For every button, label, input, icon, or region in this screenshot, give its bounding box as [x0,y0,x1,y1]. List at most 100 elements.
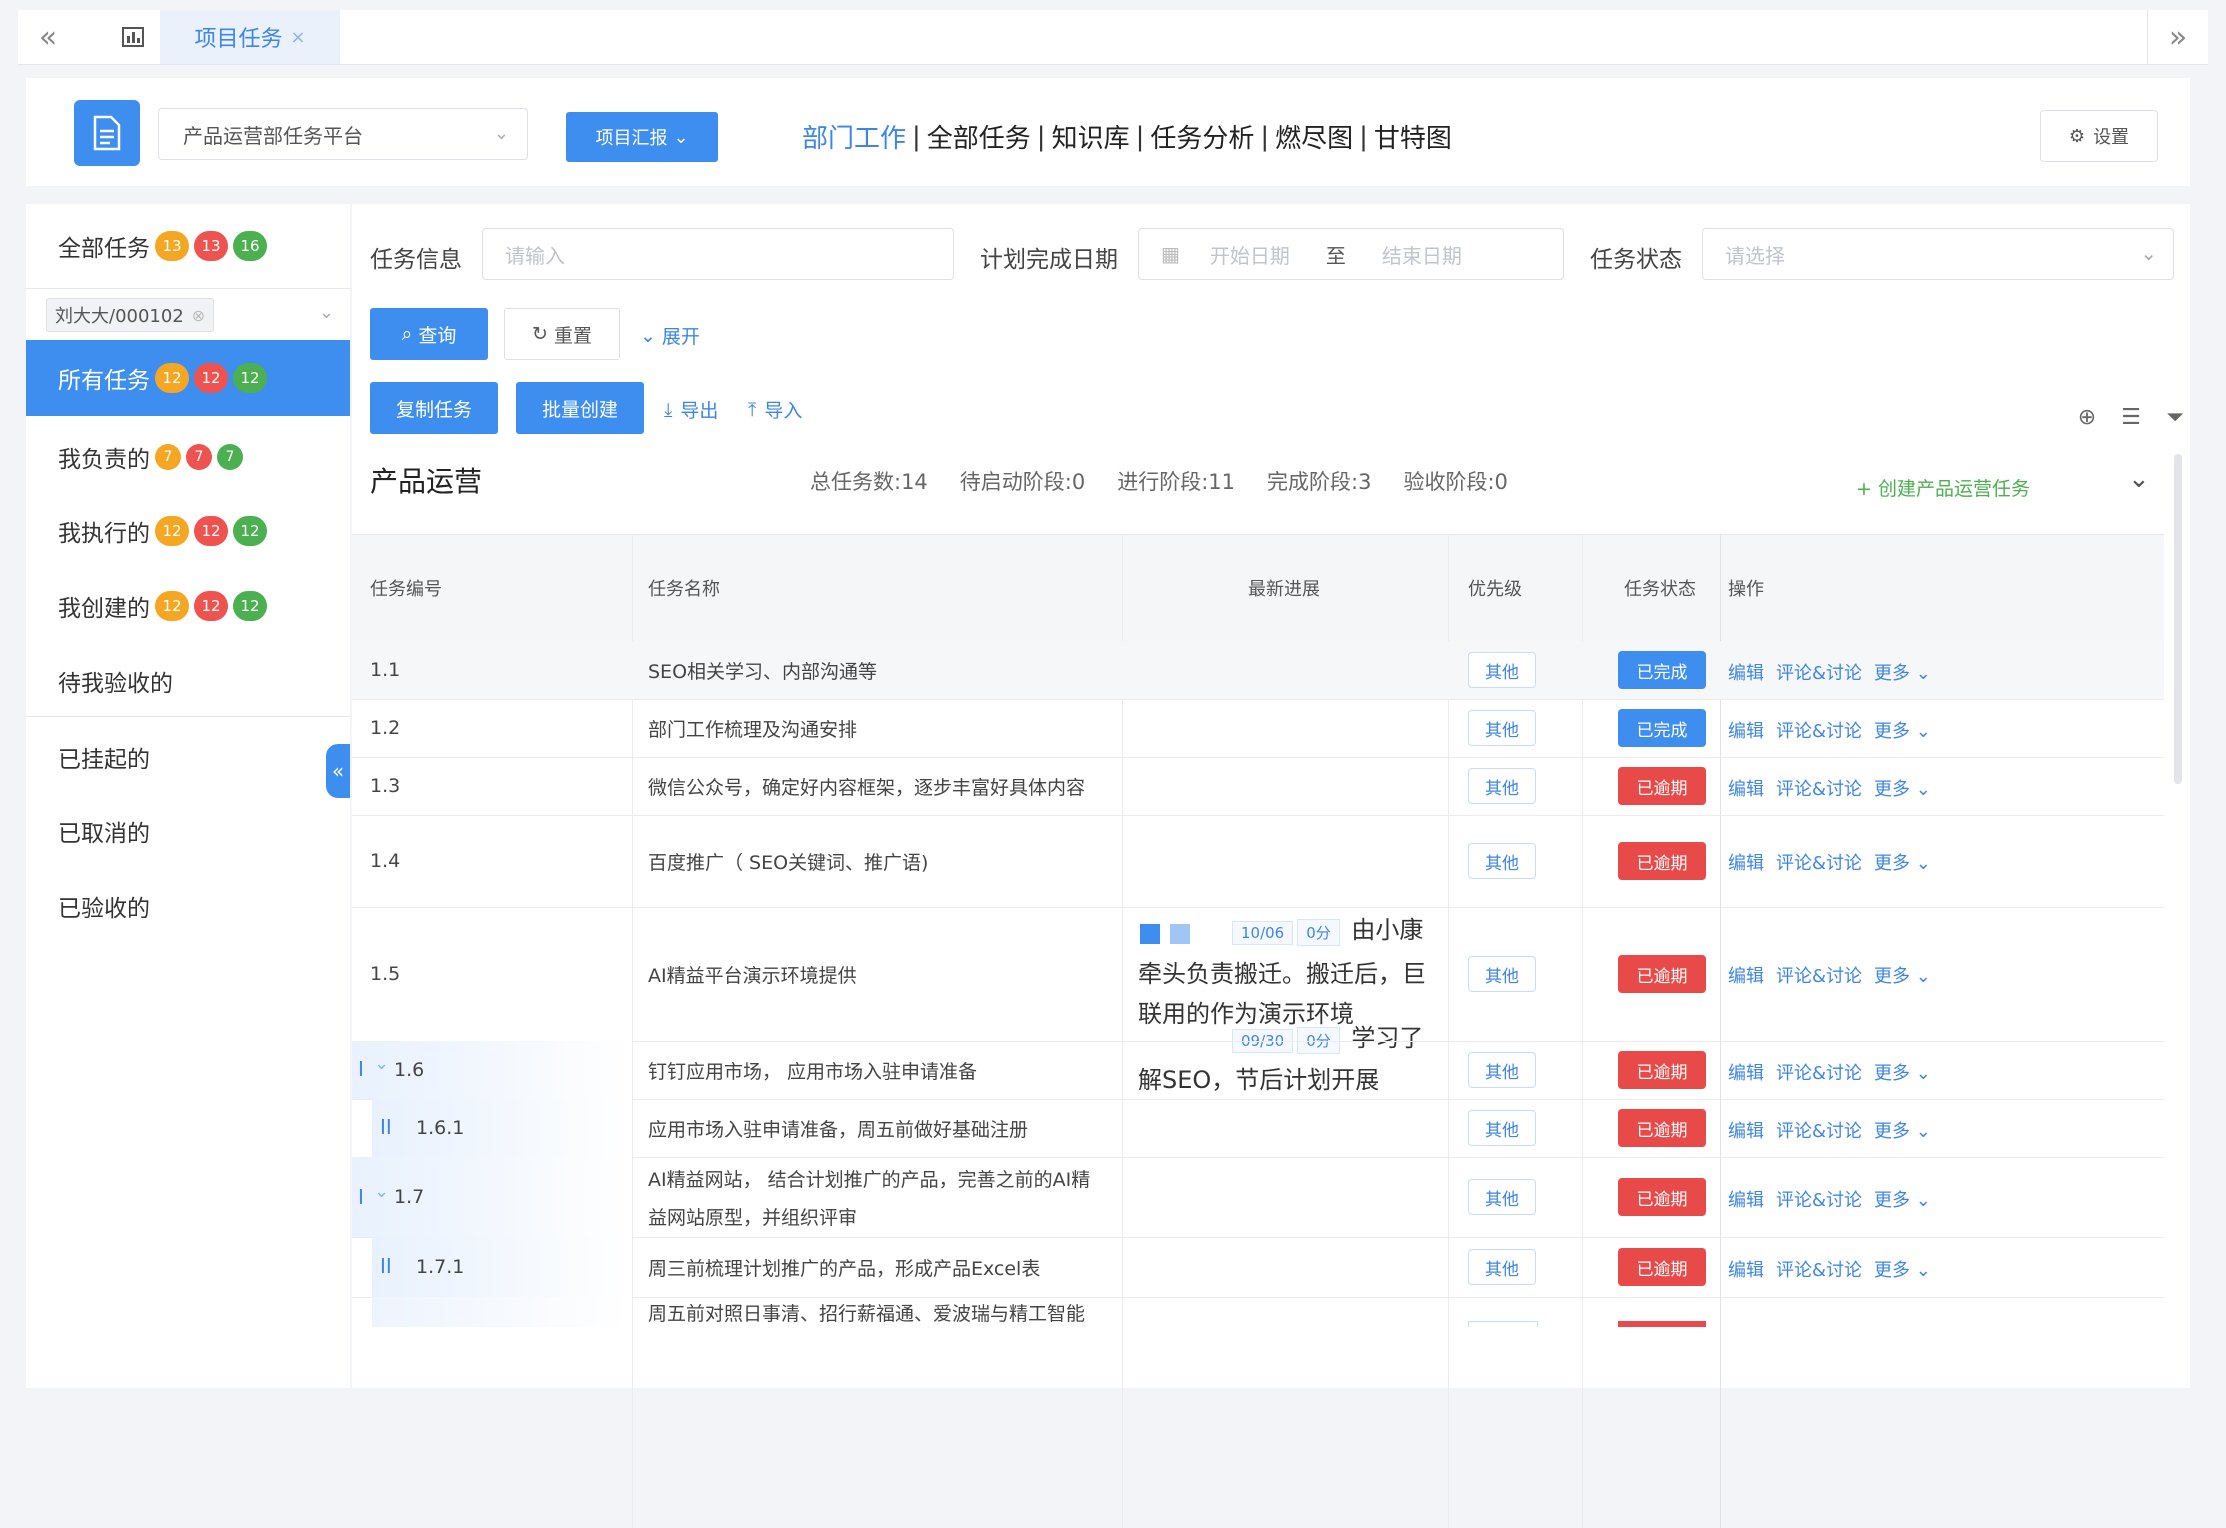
settings-button[interactable]: ⚙ 设置 [2040,110,2158,162]
more-link[interactable]: 更多 ⌄ [1874,717,1931,743]
expand-link[interactable]: ⌄ 展开 [640,322,700,349]
table-row[interactable]: 1.2 部门工作梳理及沟通安排 其他 已完成 编辑 评论&讨论 更多 ⌄ [352,699,2164,758]
progress-text: 由小康 [1351,916,1424,944]
comment-link[interactable]: 评论&讨论 [1776,659,1862,685]
project-report-button[interactable]: 项目汇报 ⌄ [566,112,718,162]
task-info-input[interactable]: 请输入 [482,228,954,280]
batch-create-button[interactable]: 批量创建 [516,382,644,434]
comment-link[interactable]: 评论&讨论 [1776,1059,1862,1085]
row-actions: 编辑 评论&讨论 更多 ⌄ [1728,775,1931,801]
nav-gantt[interactable]: 甘特图 [1374,118,1452,155]
edit-link[interactable]: 编辑 [1728,1256,1764,1282]
more-link[interactable]: 更多 ⌄ [1874,962,1931,988]
chevron-down-icon: ⌄ [640,324,656,347]
copy-label: 复制任务 [395,398,472,421]
edit-link[interactable]: 编辑 [1728,1059,1764,1085]
sliders-icon[interactable]: ☰ [2116,402,2146,432]
more-link[interactable]: 更多 ⌄ [1874,1256,1931,1282]
nav-knowledge[interactable]: 知识库 [1052,118,1130,155]
user-tag: 刘大大/000102 ⊗ [46,298,215,332]
sidebar-item-suspended[interactable]: 已挂起的 [26,720,350,794]
comment-link[interactable]: 评论&讨论 [1776,717,1862,743]
table-row[interactable]: I ⌄ 1.6 钉钉应用市场， 应用市场入驻申请准备 其他 已逾期 编辑 评论&讨… [352,1041,2164,1100]
copy-task-button[interactable]: 复制任务 [370,382,498,434]
chevron-down-icon[interactable]: ⌄ [374,1181,389,1202]
edit-link[interactable]: 编辑 [1728,775,1764,801]
chevron-down-icon[interactable]: ⌄ [2128,464,2150,494]
progress-text: 联用的作为演示环境 [1138,1000,1354,1028]
comment-link[interactable]: 评论&讨论 [1776,1117,1862,1143]
comment-link[interactable]: 评论&讨论 [1776,1186,1862,1212]
chevron-down-icon: ⌄ [2140,241,2157,265]
query-button[interactable]: ⌕ 查询 [370,308,488,360]
edit-link[interactable]: 编辑 [1728,849,1764,875]
scrollbar[interactable] [2174,454,2182,784]
import-link[interactable]: ⤒ 导入 [748,396,802,423]
edit-link[interactable]: 编辑 [1728,962,1764,988]
reset-button[interactable]: ↻ 重置 [504,308,620,360]
edit-link[interactable]: 编辑 [1728,717,1764,743]
task-id: 1.3 [370,775,401,797]
table-row[interactable]: I ⌄ 1.7 AI精益网站， 结合计划推广的产品，完善之前的AI精 益网站原型… [352,1157,2164,1238]
table-row[interactable]: 1.4 百度推广（ SEO关键词、推广语) 其他 已逾期 编辑 评论&讨论 更多 ⌄ [352,815,2164,908]
task-name[interactable]: 部门工作梳理及沟通安排 [648,699,857,757]
more-link[interactable]: 更多 ⌄ [1874,659,1931,685]
zoom-icon[interactable]: ⊕ [2072,402,2102,432]
task-name[interactable]: 钉钉应用市场， 应用市场入驻申请准备 [648,1041,977,1099]
sidebar-item-responsible[interactable]: 我负责的 7 7 7 [26,420,350,494]
sidebar-item-all-tasks[interactable]: 全部任务 13 13 16 [26,204,350,288]
nav-task-analysis[interactable]: 任务分析 [1150,118,1254,155]
task-name[interactable]: SEO相关学习、内部沟通等 [648,641,877,699]
comment-link[interactable]: 评论&讨论 [1776,962,1862,988]
more-link[interactable]: 更多 ⌄ [1874,1117,1931,1143]
priority-tag: 其他 [1468,768,1536,804]
platform-select[interactable]: 产品运营部任务平台 ⌄ [158,108,528,160]
sidebar-item-created[interactable]: 我创建的 12 12 12 [26,568,350,644]
task-name[interactable]: 周五前对照日事清、招行薪福通、爱波瑞与精工智能 [648,1297,1085,1327]
status-select[interactable]: 请选择 ⌄ [1702,228,2174,280]
stat-done: 完成阶段:3 [1267,470,1372,494]
table-row[interactable]: II 1.7.1 周三前梳理计划推广的产品，形成产品Excel表 其他 已逾期 … [352,1237,2164,1298]
more-link[interactable]: 更多 ⌄ [1874,1059,1931,1085]
edit-link[interactable]: 编辑 [1728,1117,1764,1143]
nav-dept-work[interactable]: 部门工作 [802,118,906,155]
task-name[interactable]: 益网站原型，并组织评审 [648,1201,857,1231]
sidebar-item-pending-accept[interactable]: 待我验收的 [26,644,350,718]
scroll-right-icon[interactable]: » [2147,10,2208,64]
nav-burndown[interactable]: 燃尽图 [1275,118,1353,155]
task-name[interactable]: 周三前梳理计划推广的产品，形成产品Excel表 [648,1237,1040,1297]
date-range-picker[interactable]: ▦ 开始日期 至 结束日期 [1138,228,1564,280]
table-row[interactable]: 1.3 微信公众号，确定好内容框架，逐步丰富好具体内容 其他 已逾期 编辑 评论&… [352,757,2164,816]
create-task-link[interactable]: + 创建产品运营任务 [1856,474,2030,501]
close-icon[interactable]: × [290,27,305,48]
filter-icon[interactable]: ⏷ [2160,402,2190,432]
table-row[interactable]: 1.1 SEO相关学习、内部沟通等 其他 已完成 编辑 评论&讨论 更多 ⌄ [352,641,2164,700]
user-select[interactable]: 刘大大/000102 ⊗ ⌄ [36,292,346,338]
nav-all-tasks[interactable]: 全部任务 [927,118,1031,155]
sidebar-item-all[interactable]: 所有任务 12 12 12 [26,340,350,416]
scroll-left-icon[interactable]: « [18,10,78,64]
comment-link[interactable]: 评论&讨论 [1776,849,1862,875]
collapse-sidebar-icon[interactable]: « [326,744,350,798]
task-name[interactable]: AI精益平台演示环境提供 [648,907,857,1041]
more-link[interactable]: 更多 ⌄ [1874,1186,1931,1212]
table-row[interactable]: II 1.6.1 应用市场入驻申请准备，周五前做好基础注册 其他 已逾期 编辑评… [352,1099,2164,1158]
more-link[interactable]: 更多 ⌄ [1874,849,1931,875]
sidebar-item-accepted[interactable]: 已验收的 [26,868,350,944]
task-name[interactable]: 应用市场入驻申请准备，周五前做好基础注册 [648,1099,1028,1157]
edit-link[interactable]: 编辑 [1728,659,1764,685]
clear-icon[interactable]: ⊗ [192,306,205,325]
comment-link[interactable]: 评论&讨论 [1776,775,1862,801]
comment-link[interactable]: 评论&讨论 [1776,1256,1862,1282]
task-name[interactable]: AI精益网站， 结合计划推广的产品，完善之前的AI精 [648,1163,1090,1193]
edit-link[interactable]: 编辑 [1728,1186,1764,1212]
task-name[interactable]: 百度推广（ SEO关键词、推广语) [648,815,928,907]
table-row[interactable]: 周五前对照日事清、招行薪福通、爱波瑞与精工智能 [352,1297,2164,1327]
more-link[interactable]: 更多 ⌄ [1874,775,1931,801]
chevron-down-icon[interactable]: ⌄ [374,1053,389,1074]
sidebar-item-executing[interactable]: 我执行的 12 12 12 [26,494,350,568]
task-name[interactable]: 微信公众号，确定好内容框架，逐步丰富好具体内容 [648,757,1085,815]
tab-project-tasks[interactable]: 项目任务 × [160,10,340,64]
sidebar-item-cancelled[interactable]: 已取消的 [26,794,350,868]
export-link[interactable]: ⤓ 导出 [664,396,718,423]
